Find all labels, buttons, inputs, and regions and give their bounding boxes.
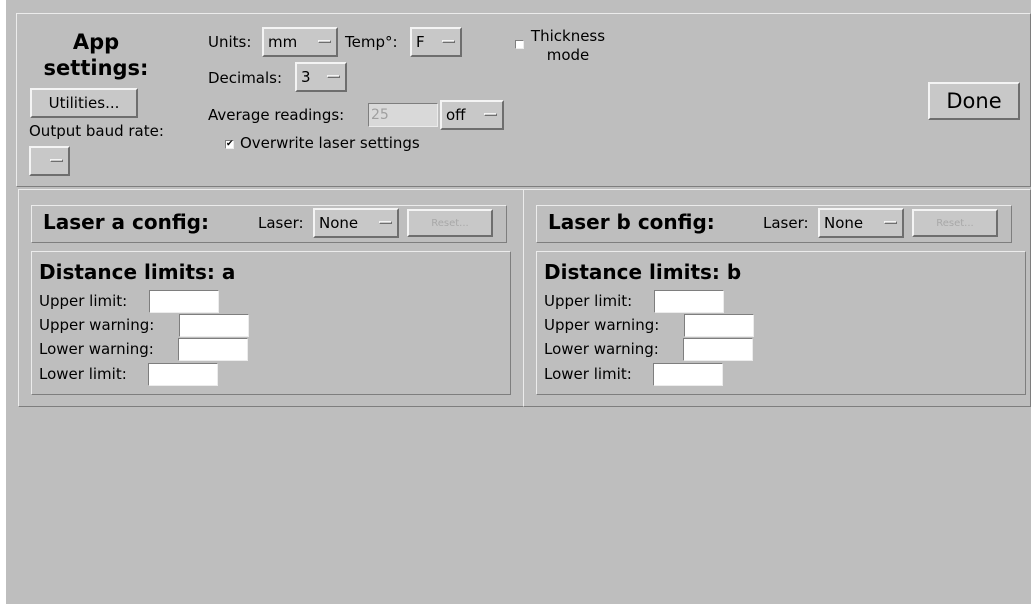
laser-b-lower-limit-input[interactable] — [653, 363, 723, 386]
thickness-mode-checkbox[interactable] — [515, 40, 524, 49]
laser-b-config-title: Laser b config: — [548, 210, 715, 234]
units-value: mm — [268, 33, 298, 51]
laser-a-lower-warning-label: Lower warning: — [39, 340, 154, 358]
laser-a-laser-label: Laser: — [258, 214, 304, 232]
laser-a-upper-limit-label: Upper limit: — [39, 292, 128, 310]
check-icon: ✔ — [226, 139, 234, 149]
output-baud-select[interactable] — [29, 146, 70, 176]
laser-a-value: None — [319, 214, 359, 232]
laser-b-upper-limit-label: Upper limit: — [544, 292, 633, 310]
laser-b-panel: Laser b config: Laser: None Reset... Dis… — [523, 189, 1031, 407]
overwrite-label: Overwrite laser settings — [240, 134, 420, 152]
decimals-label: Decimals: — [208, 69, 283, 87]
laser-b-lower-limit-label: Lower limit: — [544, 365, 632, 383]
laser-b-select[interactable]: None — [818, 208, 904, 238]
laser-b-upper-warning-input[interactable] — [684, 314, 754, 337]
temp-label: Temp°: — [345, 33, 398, 51]
average-readings-input[interactable]: 25 — [368, 103, 438, 127]
laser-b-value: None — [824, 214, 864, 232]
laser-a-upper-limit-input[interactable] — [149, 290, 219, 313]
chevron-down-icon — [884, 221, 897, 224]
done-button[interactable]: Done — [928, 82, 1020, 120]
laser-b-upper-warning-label: Upper warning: — [544, 316, 660, 334]
laser-b-lower-warning-label: Lower warning: — [544, 340, 659, 358]
laser-a-panel: Laser a config: Laser: None Reset... Dis… — [18, 189, 524, 407]
chevron-down-icon — [442, 40, 455, 43]
laser-b-laser-label: Laser: — [763, 214, 809, 232]
chevron-down-icon — [327, 75, 340, 78]
utilities-button[interactable]: Utilities... — [30, 88, 138, 118]
laser-b-limits-title: Distance limits: b — [544, 260, 742, 284]
chevron-down-icon — [379, 221, 392, 224]
temp-value: F — [416, 33, 425, 51]
average-readings-label: Average readings: — [208, 106, 345, 124]
temp-select[interactable]: F — [410, 27, 462, 57]
decimals-value: 3 — [301, 68, 311, 86]
chevron-down-icon — [318, 40, 331, 43]
chevron-down-icon — [484, 113, 497, 116]
units-label: Units: — [208, 33, 252, 51]
output-baud-label: Output baud rate: — [29, 122, 164, 140]
overwrite-checkbox[interactable]: ✔ — [225, 140, 234, 149]
units-select[interactable]: mm — [262, 27, 338, 57]
laser-a-config-title: Laser a config: — [43, 210, 209, 234]
thickness-mode-label: Thickness mode — [530, 27, 606, 64]
laser-a-lower-limit-label: Lower limit: — [39, 365, 127, 383]
average-mode-value: off — [446, 106, 466, 124]
average-mode-select[interactable]: off — [440, 100, 504, 130]
app-window: App settings: Utilities... Output baud r… — [6, 0, 1031, 604]
laser-a-lower-warning-input[interactable] — [178, 338, 248, 361]
laser-b-upper-limit-input[interactable] — [654, 290, 724, 313]
laser-a-select[interactable]: None — [313, 208, 399, 238]
decimals-select[interactable]: 3 — [295, 62, 347, 92]
chevron-down-icon — [50, 159, 63, 162]
laser-b-reset-button[interactable]: Reset... — [912, 209, 998, 237]
laser-a-reset-button[interactable]: Reset... — [407, 209, 493, 237]
laser-a-upper-warning-input[interactable] — [179, 314, 249, 337]
laser-a-limits-title: Distance limits: a — [39, 260, 236, 284]
laser-a-upper-warning-label: Upper warning: — [39, 316, 155, 334]
app-settings-title: App settings: — [43, 30, 149, 80]
laser-a-lower-limit-input[interactable] — [148, 363, 218, 386]
laser-b-lower-warning-input[interactable] — [683, 338, 753, 361]
